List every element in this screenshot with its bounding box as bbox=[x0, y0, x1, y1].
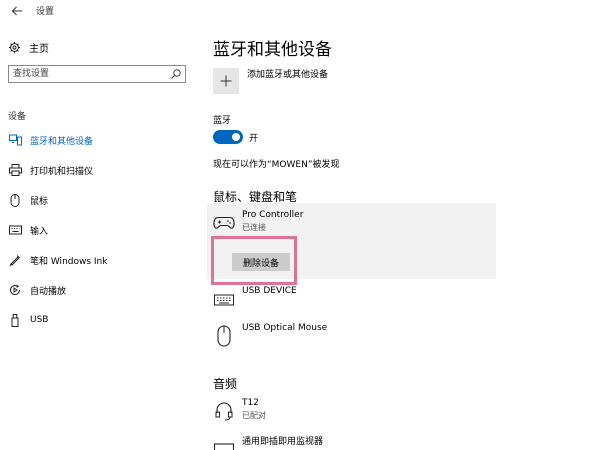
device-name: USB DEVICE bbox=[242, 286, 297, 296]
mouse-icon bbox=[8, 193, 22, 207]
sidebar: 主页 设备 蓝牙和其他设备 bbox=[0, 22, 200, 450]
search-box bbox=[8, 65, 186, 83]
discoverable-text: 现在可以作为“MOWEN”被发现 bbox=[213, 160, 340, 170]
device-usb-optical-mouse[interactable]: USB Optical Mouse bbox=[213, 323, 327, 347]
sidebar-item-autoplay[interactable]: 自动播放 bbox=[8, 281, 193, 299]
sidebar-item-label: 打印机和扫描仪 bbox=[30, 166, 94, 177]
device-status: 已配对 bbox=[242, 411, 266, 420]
sidebar-item-mouse[interactable]: 鼠标 bbox=[8, 191, 193, 209]
device-name: T12 bbox=[242, 398, 259, 408]
sidebar-section-label: 设备 bbox=[8, 112, 27, 122]
sidebar-item-label: USB bbox=[30, 315, 49, 325]
usb-icon bbox=[8, 313, 22, 327]
plus-icon bbox=[213, 68, 239, 94]
back-button[interactable] bbox=[10, 3, 24, 17]
bluetooth-state: 开 bbox=[249, 133, 259, 144]
device-status: 已连接 bbox=[242, 223, 266, 232]
gamepad-icon bbox=[213, 212, 235, 234]
sidebar-item-pen[interactable]: 笔和 Windows Ink bbox=[8, 251, 193, 269]
sidebar-item-usb[interactable]: USB bbox=[8, 311, 193, 329]
settings-window: 设置 主页 设备 bbox=[0, 0, 600, 450]
back-arrow-icon bbox=[11, 6, 22, 16]
sidebar-item-label: 输入 bbox=[30, 226, 49, 237]
device-name: USB Optical Mouse bbox=[242, 323, 328, 333]
bluetooth-toggle-row: 开 bbox=[213, 129, 258, 145]
page-title: 蓝牙和其他设备 bbox=[213, 40, 332, 60]
bluetooth-label: 蓝牙 bbox=[213, 116, 232, 126]
keyboard-icon bbox=[8, 223, 22, 237]
device-usb-device[interactable]: USB DEVICE bbox=[213, 286, 297, 310]
search-input[interactable] bbox=[13, 67, 163, 81]
headset-icon bbox=[213, 400, 235, 422]
bluetooth-devices-icon bbox=[8, 133, 22, 147]
device-t12[interactable]: T12 已配对 bbox=[213, 398, 266, 422]
sidebar-item-label: 笔和 Windows Ink bbox=[30, 256, 108, 267]
device-pro-controller[interactable]: Pro Controller 已连接 bbox=[213, 210, 303, 234]
add-device-label: 添加蓝牙或其他设备 bbox=[247, 69, 329, 80]
pen-icon bbox=[8, 253, 22, 267]
sidebar-item-typing[interactable]: 输入 bbox=[8, 221, 193, 239]
autoplay-icon bbox=[8, 283, 22, 297]
sidebar-item-label: 自动播放 bbox=[30, 286, 67, 297]
home-label: 主页 bbox=[29, 43, 49, 55]
monitor-icon bbox=[213, 436, 235, 450]
sidebar-item-label: 鼠标 bbox=[30, 196, 49, 207]
bluetooth-toggle[interactable] bbox=[213, 130, 243, 144]
sidebar-item-label: 蓝牙和其他设备 bbox=[30, 136, 94, 147]
printer-icon bbox=[8, 163, 22, 177]
mouse-icon bbox=[213, 325, 235, 347]
toggle-knob bbox=[232, 133, 240, 141]
device-name: 通用即插即用监视器 bbox=[242, 437, 324, 447]
gear-icon bbox=[8, 41, 21, 53]
section-title-audio: 音频 bbox=[213, 377, 238, 391]
main-content: 蓝牙和其他设备 添加蓝牙或其他设备 蓝牙 开 现在可以作为“MOWEN”被发现 … bbox=[200, 0, 600, 450]
sidebar-item-printers[interactable]: 打印机和扫描仪 bbox=[8, 161, 193, 179]
highlight-box bbox=[211, 236, 297, 285]
sidebar-item-bluetooth[interactable]: 蓝牙和其他设备 bbox=[8, 131, 193, 149]
device-name: Pro Controller bbox=[242, 210, 304, 220]
device-pnp-monitor[interactable]: 通用即插即用监视器 bbox=[213, 434, 323, 450]
keyboard-icon bbox=[213, 288, 235, 310]
search-icon[interactable] bbox=[170, 68, 182, 80]
home-link[interactable]: 主页 bbox=[8, 38, 49, 56]
add-device-button[interactable]: 添加蓝牙或其他设备 bbox=[213, 67, 328, 95]
window-title: 设置 bbox=[36, 7, 55, 17]
